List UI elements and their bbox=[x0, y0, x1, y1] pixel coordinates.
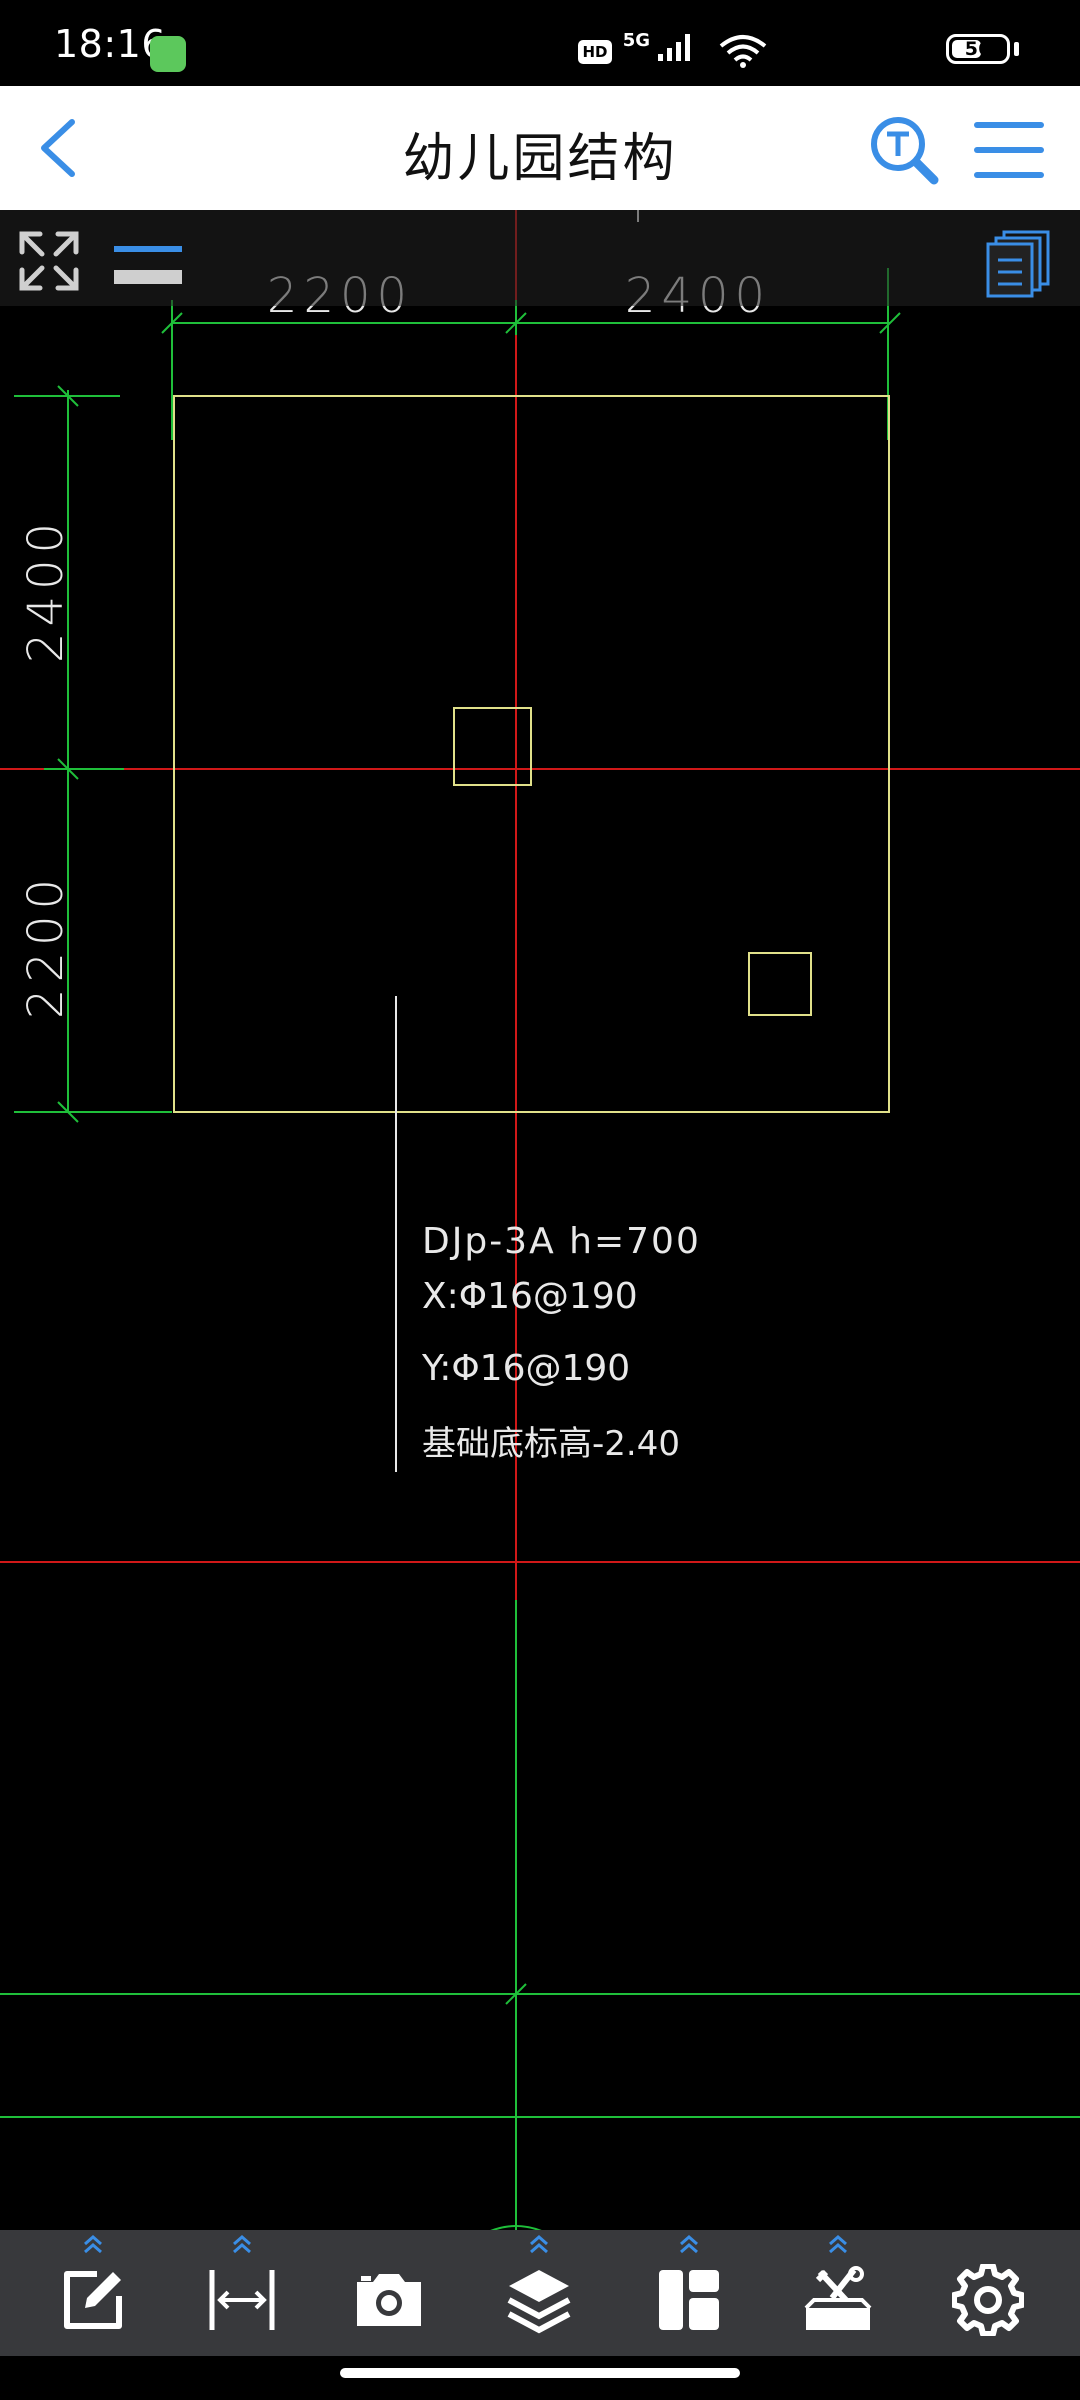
note-y-rebar: Y:Φ16@190 bbox=[421, 1348, 630, 1389]
edit-tool-button[interactable] bbox=[33, 2230, 153, 2356]
camera-icon bbox=[357, 2274, 421, 2326]
note-x-rebar: X:Φ16@190 bbox=[422, 1276, 638, 1317]
dim-text-left-upper: 2400 bbox=[18, 517, 74, 663]
dim-text-left-lower: 2200 bbox=[18, 873, 74, 1019]
expand-caret-icon bbox=[829, 2235, 847, 2254]
signal-icon bbox=[658, 34, 690, 61]
bottom-toolbar bbox=[0, 2230, 1080, 2356]
home-indicator[interactable] bbox=[340, 2368, 740, 2378]
expand-caret-icon bbox=[530, 2235, 548, 2254]
toolbox-icon bbox=[804, 2266, 872, 2330]
line-weight-icon bbox=[114, 246, 182, 284]
layouts-stack-icon bbox=[986, 230, 1050, 298]
fullscreen-button[interactable] bbox=[16, 228, 82, 294]
note-footing-id: DJp-3A h=700 bbox=[422, 1221, 701, 1262]
battery-nub bbox=[1014, 42, 1019, 56]
note-base-elevation: 基础底标高-2.40 bbox=[422, 1424, 680, 1464]
app-notification-icon bbox=[150, 36, 186, 72]
layout-panels-icon bbox=[659, 2270, 719, 2330]
cad-drawing: 2200 2400 2400 2200 DJp-3A h=700 X:Φ16@1… bbox=[0, 210, 1080, 2230]
wifi-icon bbox=[719, 35, 767, 68]
hd-badge: HD bbox=[578, 40, 612, 64]
measure-distance-icon bbox=[209, 2270, 275, 2330]
battery-icon: 56 bbox=[946, 34, 1010, 64]
text-search-button[interactable] bbox=[868, 114, 940, 186]
measure-tool-button[interactable] bbox=[182, 2230, 302, 2356]
layers-tool-button[interactable] bbox=[479, 2230, 599, 2356]
layout-tool-button[interactable] bbox=[629, 2230, 749, 2356]
expand-caret-icon bbox=[680, 2235, 698, 2254]
network-type-label: 5G bbox=[622, 30, 650, 51]
gear-icon bbox=[952, 2264, 1024, 2336]
menu-button[interactable] bbox=[972, 118, 1046, 182]
column-square-right bbox=[748, 952, 812, 1016]
hamburger-menu-icon bbox=[974, 122, 1044, 178]
settings-tool-button[interactable] bbox=[928, 2230, 1048, 2356]
app-header: 幼儿园结构 bbox=[0, 86, 1080, 210]
battery-percent: 56 bbox=[964, 38, 992, 60]
screenshot-tool-button[interactable] bbox=[329, 2230, 449, 2356]
status-bar: 18:16 HD 5G 56 bbox=[0, 0, 1080, 86]
column-square-center bbox=[453, 707, 532, 786]
tools-tool-button[interactable] bbox=[778, 2230, 898, 2356]
edit-note-icon bbox=[64, 2271, 122, 2329]
layouts-button[interactable] bbox=[984, 228, 1054, 298]
drawing-canvas[interactable]: 2200 2400 2400 2200 DJp-3A h=700 X:Φ16@1… bbox=[0, 210, 1080, 2230]
expand-caret-icon bbox=[84, 2235, 102, 2254]
expand-caret-icon bbox=[233, 2235, 251, 2254]
text-search-icon bbox=[871, 117, 939, 185]
fullscreen-arrows-icon bbox=[19, 231, 79, 291]
line-weight-button[interactable] bbox=[110, 230, 186, 292]
canvas-toolbar bbox=[0, 210, 1080, 306]
layers-icon bbox=[507, 2270, 571, 2334]
